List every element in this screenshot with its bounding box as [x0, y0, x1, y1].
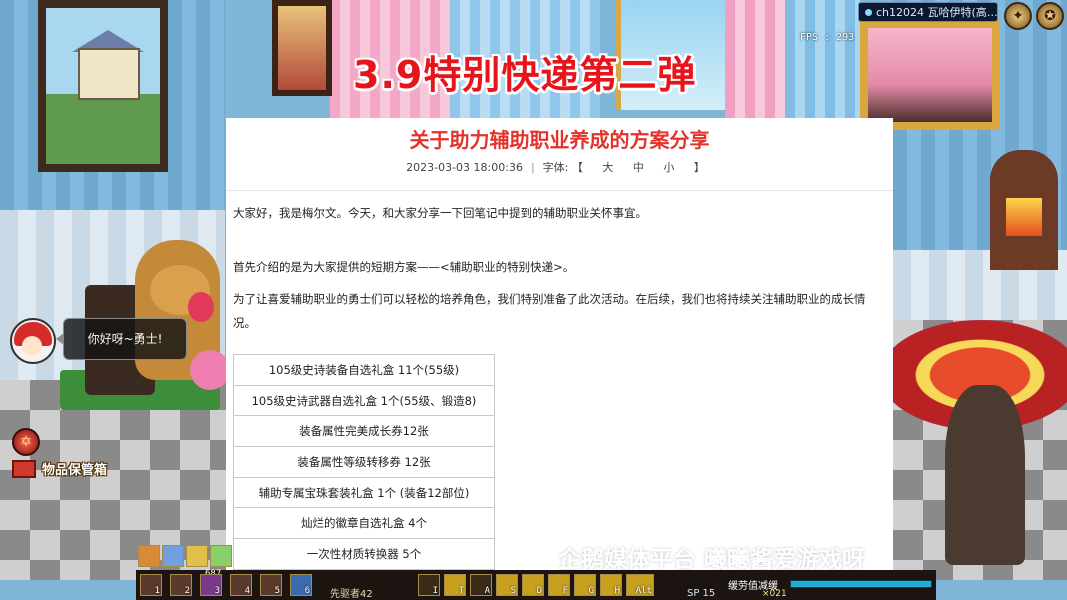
skill-slot[interactable]: S [496, 574, 518, 596]
hotkey-label: H [614, 586, 620, 596]
mp-bar [790, 580, 932, 588]
skill-slot[interactable]: F [548, 574, 570, 596]
slot-key: 6 [304, 586, 310, 596]
blue-curtain-right [785, 0, 860, 120]
hotkey-label: S [510, 586, 516, 596]
storage-label[interactable]: 物品保管箱 [42, 459, 107, 478]
reward-item: 灿烂的徽章自选礼盒 4个 [233, 507, 495, 540]
hotkey-row: I T A S D F G H Alt [418, 574, 668, 598]
fps-counter: FPS : 293 [800, 32, 855, 43]
sp-indicator: SP 15 [687, 588, 716, 599]
table-row: 装备属性等级转移券 12张 [233, 446, 495, 478]
table-row: 105级史诗装备自选礼盒 11个(55级) [233, 354, 495, 386]
hotkey-label: D [536, 586, 542, 596]
fireplace [990, 150, 1058, 270]
hotkey-label: T [458, 586, 464, 596]
character-name: 先驱者42 [330, 589, 373, 600]
font-size-label: 字体: [542, 161, 569, 174]
quick-slot[interactable] [186, 545, 208, 567]
skill-slot[interactable]: Alt [626, 574, 654, 596]
slot-key: 5 [274, 586, 280, 596]
reward-item: 105级史诗武器自选礼盒 1个(55级、锻造8) [233, 384, 495, 417]
table-row: 灿烂的徽章自选礼盒 4个 [233, 507, 495, 540]
channel-dot-icon [865, 9, 872, 16]
house-painting [38, 0, 168, 172]
channel-indicator[interactable]: ch12024 瓦哈伊特(高… [858, 2, 998, 22]
font-size-options[interactable]: 【 大 中 小 】 [572, 161, 713, 174]
divider [226, 190, 893, 191]
table-row: 一次性材质转换器 5个 [233, 538, 495, 570]
slot-key: 1 [154, 586, 160, 596]
watermark: 企鹅媒体平台 曦曦酱爱游戏呀 [558, 547, 866, 573]
skill-slot[interactable]: H [600, 574, 622, 596]
event-banner-title: 3.9特别快递第二弹 [353, 53, 697, 97]
quick-slot[interactable] [210, 545, 232, 567]
item-slot[interactable]: 4 [230, 574, 252, 596]
npc-avatar[interactable] [10, 318, 56, 364]
flower-decoration [190, 350, 230, 390]
slot-key: 3 [214, 586, 220, 596]
storage-emblem-icon[interactable]: ✡ [12, 428, 40, 456]
sakura-painting [860, 20, 1000, 130]
reward-item: 辅助专属宝珠套装礼盒 1个 (装备12部位) [233, 476, 495, 509]
article-paragraph: 首先介绍的是为大家提供的短期方案——<辅助职业的特别快递>。 [233, 260, 575, 274]
skill-slot[interactable]: T [444, 574, 466, 596]
skill-slot[interactable]: D [522, 574, 544, 596]
table-row: 装备属性完美成长券12张 [233, 415, 495, 448]
quick-slot[interactable] [162, 545, 184, 567]
item-slot[interactable]: 2 [170, 574, 192, 596]
item-slot-row: 1 2 3 4 5 6 [140, 574, 330, 598]
article-paragraph: 为了让喜爱辅助职业的勇士们可以轻松的培养角色，我们特别准备了此次活动。在后续，我… [233, 292, 866, 330]
lion-emblem-icon: ✪ [1044, 8, 1056, 24]
article-meta: 2023-03-03 18:00:36 | 字体: 【 大 中 小 】 [406, 161, 713, 174]
npc-speech-bubble: 你好呀~勇士! [56, 318, 187, 360]
hotkey-label: G [588, 586, 594, 596]
tree-decoration [945, 385, 1025, 565]
reward-item: 装备属性等级转移券 12张 [233, 446, 495, 478]
slot-key: 2 [184, 586, 190, 596]
item-slot[interactable]: 5 [260, 574, 282, 596]
menu-button[interactable]: ✪ [1036, 2, 1064, 30]
quick-slot[interactable] [138, 545, 160, 567]
article-panel: 关于助力辅助职业养成的方案分享 2023-03-03 18:00:36 | 字体: … [226, 118, 893, 600]
reward-item: 装备属性完美成长券12张 [233, 415, 495, 448]
hotkey-label: A [484, 586, 490, 596]
reward-item: 一次性材质转换器 5个 [233, 538, 495, 570]
reward-item: 105级史诗装备自选礼盒 11个(55级) [233, 354, 495, 386]
item-slot[interactable]: 1 [140, 574, 162, 596]
hotkey-label: I [432, 586, 438, 596]
article-datetime: 2023-03-03 18:00:36 [406, 161, 523, 174]
storage-box-icon[interactable] [12, 460, 36, 478]
portrait-painting [272, 0, 332, 96]
item-slot[interactable]: 3 [200, 574, 222, 596]
skill-slot[interactable]: A [470, 574, 492, 596]
article-title: 关于助力辅助职业养成的方案分享 [409, 128, 710, 152]
compass-icon: ✦ [1012, 8, 1024, 24]
article-paragraph: 大家好，我是梅尔文。今天，和大家分享一下回笔记中提到的辅助职业关怀事宜。 [233, 206, 647, 220]
channel-name: ch12024 瓦哈伊特(高… [876, 6, 998, 19]
reward-table: 105级史诗装备自选礼盒 11个(55级) 105级史诗武器自选礼盒 1个(55… [233, 354, 495, 570]
item-slot[interactable]: 6 [290, 574, 312, 596]
hotkey-label: F [562, 586, 568, 596]
teddy-tongue [188, 292, 214, 322]
skill-slot[interactable]: I [418, 574, 440, 596]
table-row: 辅助专属宝珠套装礼盒 1个 (装备12部位) [233, 476, 495, 509]
table-row: 105级史诗武器自选礼盒 1个(55级、锻造8) [233, 384, 495, 417]
consumable-count: ×021 [762, 589, 787, 599]
hotkey-label: Alt [635, 586, 652, 596]
skill-slot[interactable]: G [574, 574, 596, 596]
compass-button[interactable]: ✦ [1004, 2, 1032, 30]
slot-key: 4 [244, 586, 250, 596]
